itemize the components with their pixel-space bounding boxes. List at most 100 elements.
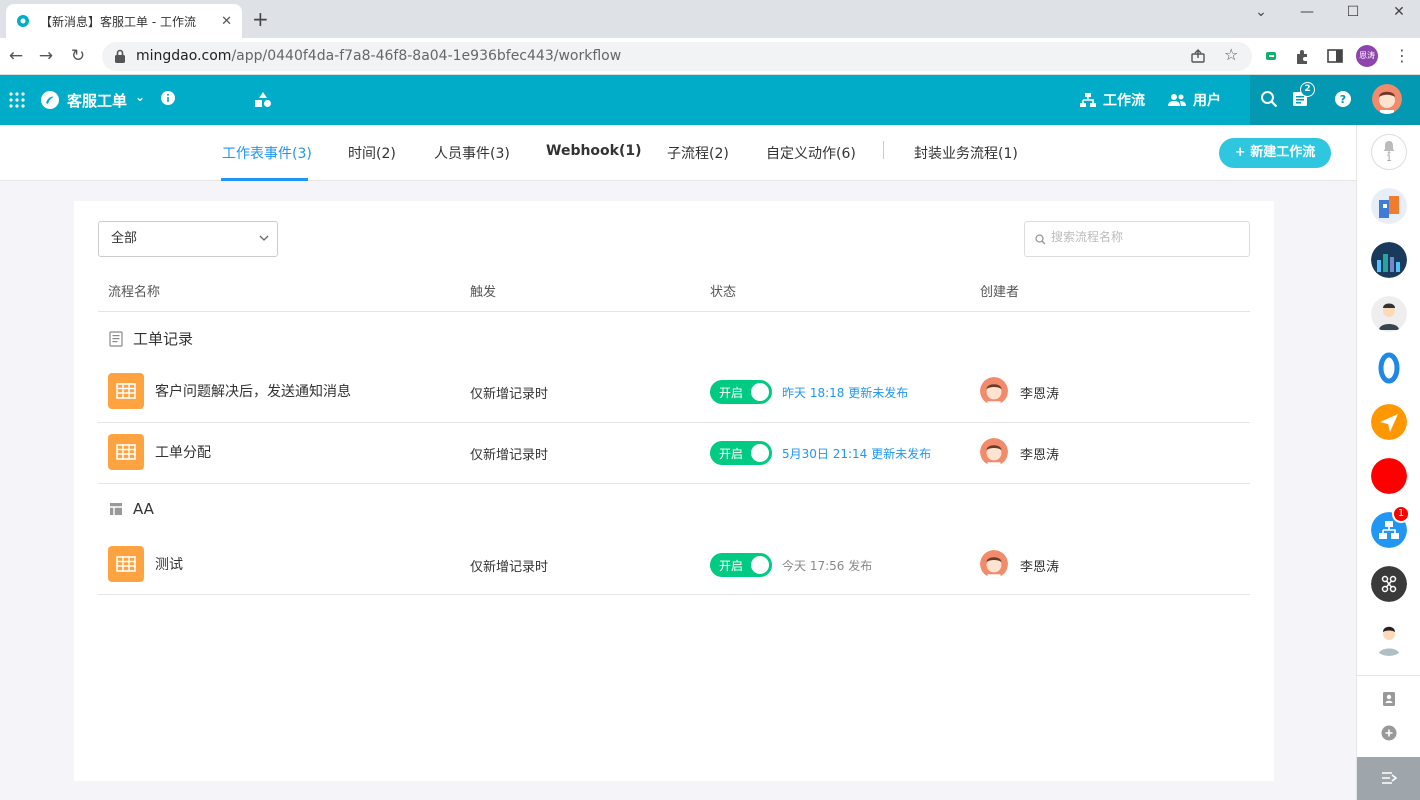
- tab-custom-action[interactable]: 自定义动作(6): [766, 143, 856, 163]
- workflow-status[interactable]: 今天 17:56 发布: [782, 557, 872, 574]
- bell-count: 1: [1386, 154, 1392, 164]
- minimize-icon[interactable]: —: [1284, 0, 1330, 24]
- tab-member-events[interactable]: 人员事件(3): [434, 143, 510, 163]
- column-header-name: 流程名称: [108, 285, 161, 300]
- chat-avatar-zero[interactable]: [1371, 350, 1407, 386]
- search-icon[interactable]: [1260, 90, 1278, 108]
- chat-avatar-city[interactable]: [1371, 242, 1407, 278]
- column-header-creator: 创建者: [980, 285, 1020, 300]
- group-header: AA: [108, 500, 154, 518]
- add-chat-icon[interactable]: [1381, 725, 1397, 741]
- group-title: AA: [133, 500, 154, 518]
- url-path: /app/0440f4da-f7a8-46f8-8a04-1e936bfec44…: [231, 48, 622, 64]
- new-tab-button[interactable]: +: [252, 9, 269, 29]
- group-table-icon: [108, 501, 124, 517]
- puzzle-icon[interactable]: [1294, 47, 1314, 67]
- url-bar[interactable]: mingdao.com/app/0440f4da-f7a8-46f8-8a04-…: [102, 42, 1252, 71]
- chat-avatar-building[interactable]: [1371, 188, 1407, 224]
- workflow-icon: [1080, 93, 1096, 107]
- url-host: mingdao.com: [136, 48, 232, 64]
- search-box[interactable]: [1024, 221, 1250, 257]
- maximize-icon[interactable]: ☐: [1330, 0, 1376, 24]
- browser-tabstrip: 【新消息】客服工单 - 工作流 ✕ + ⌄ — ☐ ✕: [0, 0, 1420, 38]
- workflow-name[interactable]: 工单分配: [155, 442, 211, 462]
- right-sidebar: 1 1: [1356, 125, 1420, 800]
- tab-subprocess[interactable]: 子流程(2): [667, 143, 729, 163]
- new-workflow-button[interactable]: + 新建工作流: [1219, 138, 1331, 168]
- workflow-row[interactable]: 客户问题解决后，发送通知消息: [108, 373, 351, 409]
- chevron-down-icon[interactable]: ⌄: [135, 90, 145, 104]
- workflow-trigger: 仅新增记录时: [470, 560, 549, 575]
- browser-tab[interactable]: 【新消息】客服工单 - 工作流 ✕: [6, 4, 242, 38]
- app-grid-icon[interactable]: [9, 92, 25, 108]
- table-icon: [108, 434, 144, 470]
- creator-name: 李恩涛: [1020, 448, 1060, 463]
- contacts-icon[interactable]: [1381, 691, 1397, 707]
- chat-avatar-red[interactable]: [1371, 458, 1407, 494]
- user-avatar[interactable]: [1372, 84, 1402, 114]
- filter-select[interactable]: 全部: [98, 221, 278, 257]
- browser-tab-title: 【新消息】客服工单 - 工作流: [40, 14, 196, 29]
- forward-icon[interactable]: →: [36, 46, 56, 66]
- collapse-icon: [1381, 771, 1397, 785]
- users-nav-label: 用户: [1193, 93, 1221, 109]
- close-window-icon[interactable]: ✕: [1376, 0, 1420, 24]
- enable-toggle[interactable]: 开启: [710, 441, 772, 465]
- app-name[interactable]: 客服工单: [67, 90, 127, 111]
- info-icon[interactable]: [161, 91, 175, 105]
- creator-name: 李恩涛: [1020, 387, 1060, 402]
- toggle-knob: [751, 383, 769, 401]
- close-tab-icon[interactable]: ✕: [221, 14, 232, 29]
- browser-menu-icon[interactable]: ⋮: [1394, 46, 1414, 66]
- toggle-knob: [751, 556, 769, 574]
- users-nav[interactable]: 用户: [1168, 90, 1221, 110]
- search-input[interactable]: [1051, 230, 1241, 244]
- app-header: 客服工单 ⌄ 工作流 用户 2 ?: [0, 75, 1420, 125]
- worksheet-icon: [108, 330, 124, 347]
- workflow-name[interactable]: 客户问题解决后，发送通知消息: [155, 381, 351, 401]
- tab-webhook[interactable]: Webhook(1): [546, 143, 642, 159]
- message-count-badge: 2: [1300, 82, 1315, 97]
- share-icon[interactable]: [1190, 48, 1206, 64]
- workflow-row[interactable]: 测试: [108, 546, 183, 582]
- workflow-nav-label: 工作流: [1103, 93, 1145, 109]
- help-icon[interactable]: ?: [1335, 91, 1351, 107]
- trigger-tabs-bar: 工作表事件(3) 时间(2) 人员事件(3) Webhook(1) 子流程(2)…: [0, 125, 1356, 181]
- enable-toggle[interactable]: 开启: [710, 380, 772, 404]
- workflow-status[interactable]: 5月30日 21:14 更新未发布: [782, 445, 931, 462]
- enable-toggle[interactable]: 开启: [710, 553, 772, 577]
- creator-avatar: [980, 438, 1008, 466]
- chat-avatar-node[interactable]: [1371, 566, 1407, 602]
- row-divider: [98, 594, 1250, 595]
- chat-avatar-man[interactable]: [1371, 620, 1407, 656]
- side-panel-icon[interactable]: [1326, 47, 1346, 67]
- lock-icon: [114, 49, 126, 63]
- bell-icon: [1383, 141, 1395, 154]
- workflow-nav[interactable]: 工作流: [1080, 90, 1145, 110]
- workflow-row[interactable]: 工单分配: [108, 434, 211, 470]
- row-divider: [98, 422, 1250, 423]
- tab-time[interactable]: 时间(2): [348, 143, 396, 163]
- reload-icon[interactable]: ↻: [68, 46, 88, 66]
- tab-worksheet-events[interactable]: 工作表事件(3): [222, 143, 312, 163]
- sidebar-divider: [1357, 675, 1420, 676]
- group-title: 工单记录: [133, 330, 194, 348]
- toggle-knob: [751, 444, 769, 462]
- profile-avatar[interactable]: 恩涛: [1356, 45, 1378, 67]
- chat-avatar-send[interactable]: [1371, 404, 1407, 440]
- app-logo-icon: [40, 90, 60, 110]
- workflow-status[interactable]: 昨天 18:18 更新未发布: [782, 384, 908, 401]
- row-divider: [98, 483, 1250, 484]
- tab-packaged-process[interactable]: 封装业务流程(1): [914, 143, 1018, 163]
- shapes-icon[interactable]: [254, 91, 272, 109]
- tab-search-icon[interactable]: ⌄: [1238, 0, 1284, 24]
- unread-badge: 1: [1392, 505, 1410, 523]
- extension-icon[interactable]: [1262, 48, 1282, 68]
- chat-avatar-person[interactable]: [1371, 296, 1407, 332]
- back-icon[interactable]: ←: [6, 46, 26, 66]
- collapse-sidebar-button[interactable]: [1357, 757, 1420, 800]
- table-icon: [108, 546, 144, 582]
- workflow-name[interactable]: 测试: [155, 554, 183, 574]
- bookmark-star-icon[interactable]: ☆: [1224, 45, 1238, 64]
- bell-button[interactable]: 1: [1371, 134, 1407, 170]
